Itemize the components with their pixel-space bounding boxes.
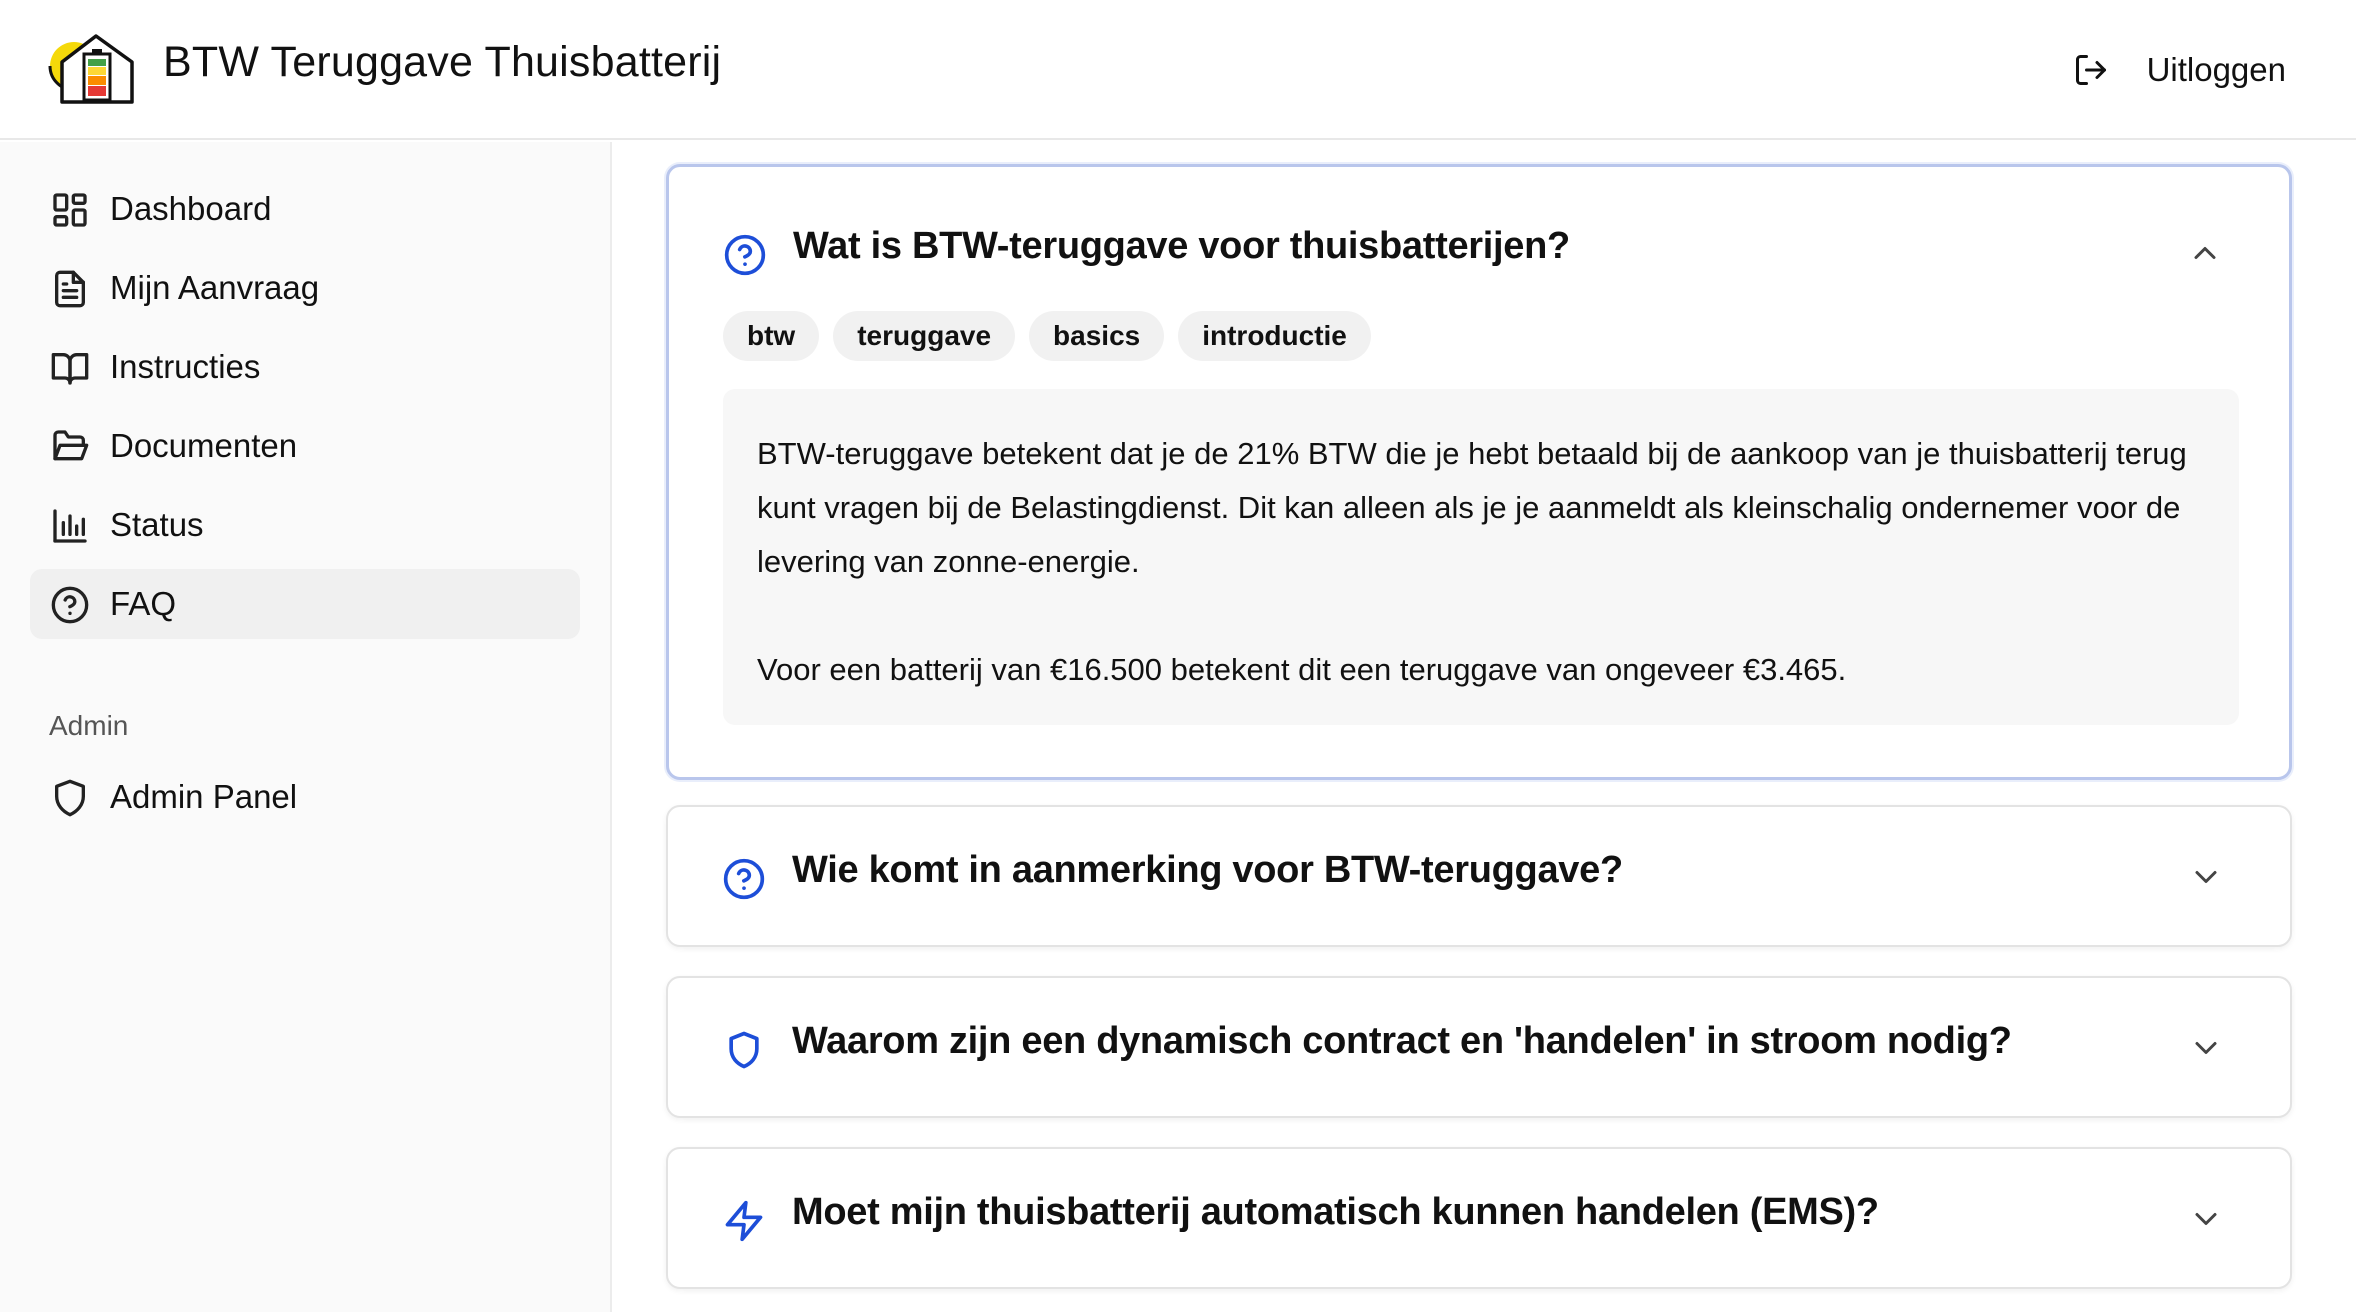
book-icon xyxy=(51,353,89,385)
help-circle-icon xyxy=(724,234,766,276)
shield-icon xyxy=(729,1031,759,1069)
chevron-down-icon[interactable] xyxy=(2188,1030,2224,1066)
chevron-down-icon[interactable] xyxy=(2188,1201,2224,1237)
faq-tags: btw teruggave basics introductie xyxy=(723,311,1371,361)
sidebar-item-mijn-aanvraag[interactable]: Mijn Aanvraag xyxy=(30,253,580,323)
chevron-down-icon[interactable] xyxy=(2188,859,2224,895)
folder-icon xyxy=(53,430,89,461)
chevron-up-icon[interactable] xyxy=(2187,235,2223,271)
sidebar-item-status[interactable]: Status xyxy=(30,490,580,560)
logout-icon xyxy=(2075,55,2106,85)
logout-button[interactable]: Uitloggen xyxy=(2073,40,2286,100)
house-battery-sun-logo xyxy=(48,34,134,104)
tag: btw xyxy=(723,311,820,361)
faq-item: Wat is BTW-teruggave voor thuisbatterije… xyxy=(666,164,2292,780)
tag: introductie xyxy=(1178,311,1371,361)
document-icon xyxy=(55,270,86,308)
sidebar-item-faq[interactable]: FAQ xyxy=(30,569,580,639)
faq-question: Waarom zijn een dynamisch contract en 'h… xyxy=(792,1020,2012,1062)
faq-item[interactable]: Wie komt in aanmerking voor BTW-teruggav… xyxy=(666,805,2292,947)
faq-question: Moet mijn thuisbatterij automatisch kunn… xyxy=(792,1191,1879,1233)
sidebar: Dashboard Mijn Aanvraag Instructies Docu… xyxy=(0,142,612,1312)
faq-answer: BTW-teruggave betekent dat je de 21% BTW… xyxy=(723,389,2239,725)
faq-question: Wie komt in aanmerking voor BTW-teruggav… xyxy=(792,849,1623,891)
bar-chart-icon xyxy=(53,509,87,543)
faq-question-header[interactable]: Wat is BTW-teruggave voor thuisbatterije… xyxy=(669,167,2289,287)
logout-label: Uitloggen xyxy=(2146,51,2286,88)
sidebar-item-admin-panel[interactable]: Admin Panel xyxy=(30,762,580,832)
sidebar-item-documenten[interactable]: Documenten xyxy=(30,411,580,481)
sidebar-item-label: Dashboard xyxy=(110,190,272,227)
faq-item[interactable]: Moet mijn thuisbatterij automatisch kunn… xyxy=(666,1147,2292,1289)
faq-main: Wat is BTW-teruggave voor thuisbatterije… xyxy=(614,142,2356,1312)
admin-section-label: Admin xyxy=(49,710,129,741)
tag: teruggave xyxy=(833,311,1016,361)
help-circle-icon xyxy=(51,586,89,624)
app-header: BTW Teruggave Thuisbatterij Uitloggen xyxy=(0,0,2356,140)
lightning-icon xyxy=(725,1200,763,1242)
faq-answer-paragraph: BTW-teruggave betekent dat je de 21% BTW… xyxy=(757,436,2187,579)
faq-answer-paragraph: Voor een batterij van €16.500 betekent d… xyxy=(757,652,1847,687)
sidebar-item-label: FAQ xyxy=(110,585,177,622)
sidebar-item-label: Documenten xyxy=(110,427,298,464)
sidebar-item-label: Instructies xyxy=(110,348,261,385)
help-circle-icon xyxy=(723,858,765,900)
shield-icon xyxy=(55,779,86,817)
sidebar-item-dashboard[interactable]: Dashboard xyxy=(30,174,580,244)
dashboard-icon xyxy=(53,193,87,227)
sidebar-item-label: Mijn Aanvraag xyxy=(110,269,320,306)
tag: basics xyxy=(1029,311,1165,361)
faq-question: Wat is BTW-teruggave voor thuisbatterije… xyxy=(793,225,1570,267)
sidebar-item-label: Admin Panel xyxy=(110,778,298,815)
sidebar-item-instructies[interactable]: Instructies xyxy=(30,332,580,402)
faq-item[interactable]: Waarom zijn een dynamisch contract en 'h… xyxy=(666,976,2292,1118)
app-title: BTW Teruggave Thuisbatterij xyxy=(163,38,722,86)
sidebar-item-label: Status xyxy=(110,506,204,543)
